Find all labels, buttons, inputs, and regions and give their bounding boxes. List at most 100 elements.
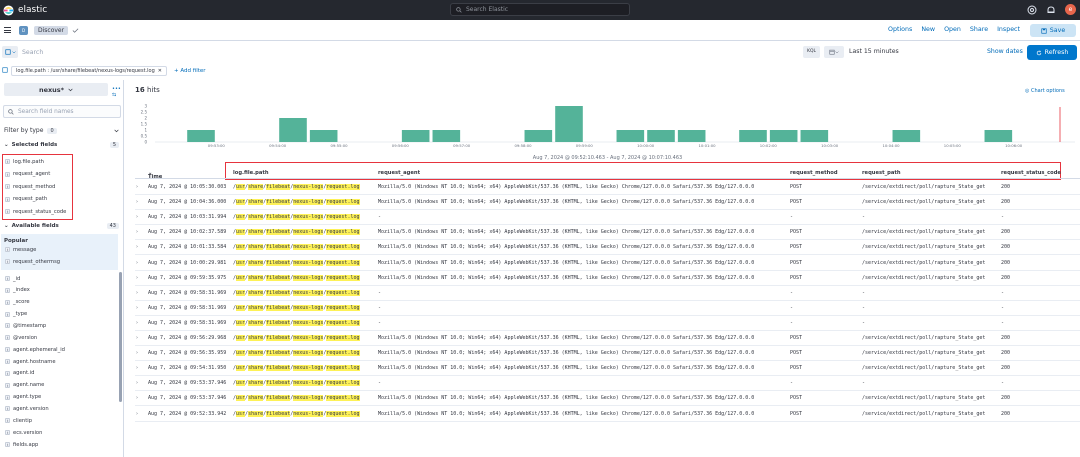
available-fields-header[interactable]: ⌄ Available fields 43 — [4, 223, 119, 229]
help-icon[interactable] — [1027, 5, 1037, 15]
table-row[interactable]: › Aug 7, 2024 @ 10:05:30.003/usr/share/fi… — [135, 180, 1080, 196]
popular-field-item[interactable]: t message — [5, 244, 117, 255]
available-field-item[interactable]: t agent.hostname — [5, 356, 117, 367]
open-link[interactable]: Open — [944, 26, 961, 33]
histogram-bar[interactable] — [524, 130, 553, 142]
available-field-item[interactable]: t clientip — [5, 415, 117, 426]
share-link[interactable]: Share — [970, 26, 988, 33]
histogram-bar[interactable] — [984, 130, 1013, 142]
newsfeed-icon[interactable] — [1046, 5, 1056, 15]
table-row[interactable]: › Aug 7, 2024 @ 10:03:31.994/usr/share/fi… — [135, 210, 1080, 226]
time-range-label[interactable]: Last 15 minutes — [849, 48, 899, 55]
available-field-item[interactable]: t agent.ephemeral_id — [5, 344, 117, 355]
available-field-item[interactable]: t _type — [5, 309, 117, 320]
histogram-bar[interactable] — [432, 130, 461, 142]
global-search-input[interactable]: Search Elastic — [450, 3, 630, 16]
expand-row-icon[interactable]: › — [136, 305, 138, 311]
expand-row-icon[interactable]: › — [136, 184, 138, 190]
new-link[interactable]: New — [921, 26, 935, 33]
expand-row-icon[interactable]: › — [136, 199, 138, 205]
filter-by-type-toggle[interactable]: Filter by type 0 — [4, 127, 119, 134]
available-field-item[interactable]: t _score — [5, 297, 117, 308]
query-input[interactable]: Search — [22, 49, 782, 56]
histogram-bar[interactable] — [309, 130, 338, 142]
user-avatar[interactable]: e — [1065, 4, 1076, 15]
inspect-link[interactable]: Inspect — [997, 26, 1020, 33]
expand-row-icon[interactable]: › — [136, 365, 138, 371]
selected-fields-header[interactable]: ⌄ Selected fields 5 — [4, 142, 119, 148]
column-header-request-method[interactable]: request_method — [790, 170, 838, 176]
add-filter-button[interactable]: + Add filter — [174, 68, 206, 74]
histogram-bar[interactable] — [647, 130, 675, 142]
histogram-bar[interactable] — [616, 130, 645, 142]
histogram-bar[interactable] — [677, 130, 706, 142]
table-row[interactable]: › Aug 7, 2024 @ 09:52:33.942/usr/share/fi… — [135, 407, 1080, 422]
expand-row-icon[interactable]: › — [136, 395, 138, 401]
sidebar-scrollbar[interactable] — [119, 272, 122, 402]
expand-row-icon[interactable]: › — [136, 229, 138, 235]
table-row[interactable]: › Aug 7, 2024 @ 09:58:31.969/usr/share/fi… — [135, 286, 1080, 301]
field-search-input[interactable]: Search field names — [3, 105, 121, 118]
popular-field-item[interactable]: t request_othermsg — [5, 256, 117, 267]
save-button[interactable]: Save — [1030, 24, 1076, 37]
table-row[interactable]: › Aug 7, 2024 @ 09:58:31.969/usr/share/fi… — [135, 316, 1080, 331]
options-link[interactable]: Options — [888, 26, 912, 33]
expand-row-icon[interactable]: › — [136, 275, 138, 281]
table-row[interactable]: › Aug 7, 2024 @ 09:59:35.975/usr/share/fi… — [135, 271, 1080, 286]
histogram-bar[interactable] — [555, 106, 583, 142]
table-row[interactable]: › Aug 7, 2024 @ 09:56:29.968/usr/share/fi… — [135, 331, 1080, 347]
histogram-bar[interactable] — [187, 130, 215, 142]
available-field-item[interactable]: t agent.name — [5, 380, 117, 391]
table-row[interactable]: › Aug 7, 2024 @ 09:53:37.946/usr/share/fi… — [135, 376, 1080, 392]
hamburger-menu-icon[interactable] — [4, 27, 11, 33]
table-row[interactable]: › Aug 7, 2024 @ 10:00:29.981/usr/share/fi… — [135, 256, 1080, 271]
quick-menu-button[interactable] — [824, 46, 844, 58]
histogram-bar[interactable] — [401, 130, 430, 142]
table-row[interactable]: › Aug 7, 2024 @ 09:53:37.946/usr/share/fi… — [135, 391, 1080, 407]
show-dates-link[interactable]: Show dates — [987, 48, 1023, 55]
elastic-logo[interactable]: elastic — [3, 4, 47, 16]
expand-row-icon[interactable]: › — [136, 214, 138, 220]
column-header-time[interactable]: Time ⌄ — [148, 170, 162, 180]
table-row[interactable]: › Aug 7, 2024 @ 10:02:37.589/usr/share/fi… — [135, 225, 1080, 241]
table-row[interactable]: › Aug 7, 2024 @ 09:54:31.950/usr/share/fi… — [135, 361, 1080, 377]
expand-row-icon[interactable]: › — [136, 244, 138, 250]
space-avatar[interactable]: D — [19, 25, 28, 35]
column-header-request-status-code[interactable]: request_status_code — [1001, 170, 1061, 176]
index-pattern-selector[interactable]: nexus* — [4, 83, 108, 96]
table-row[interactable]: › Aug 7, 2024 @ 10:04:36.000/usr/share/fi… — [135, 195, 1080, 211]
saved-query-button[interactable] — [2, 46, 18, 58]
table-row[interactable]: › Aug 7, 2024 @ 09:56:35.959/usr/share/fi… — [135, 346, 1080, 362]
expand-row-icon[interactable]: › — [136, 320, 138, 326]
filter-options-icon[interactable] — [2, 67, 8, 73]
kql-toggle[interactable]: KQL — [803, 46, 820, 58]
available-field-item[interactable]: t agent.type — [5, 392, 117, 403]
expand-row-icon[interactable]: › — [136, 335, 138, 341]
available-field-item[interactable]: t @timestamp — [5, 320, 117, 331]
expand-row-icon[interactable]: › — [136, 290, 138, 296]
column-header-request-path[interactable]: request_path — [862, 170, 901, 176]
available-field-item[interactable]: t _id — [5, 273, 117, 284]
available-field-item[interactable]: t agent.id — [5, 368, 117, 379]
available-field-item[interactable]: t @version — [5, 332, 117, 343]
column-header-request-agent[interactable]: request_agent — [378, 170, 420, 176]
index-pattern-options-icon[interactable]: ••• ⇆ — [112, 86, 123, 98]
refresh-button[interactable]: Refresh — [1027, 45, 1077, 60]
table-row[interactable]: › Aug 7, 2024 @ 10:01:33.584/usr/share/fi… — [135, 240, 1080, 256]
expand-row-icon[interactable]: › — [136, 260, 138, 266]
expand-row-icon[interactable]: › — [136, 380, 138, 386]
available-field-item[interactable]: t fields.app — [5, 439, 117, 450]
histogram-bar[interactable] — [739, 130, 767, 142]
histogram-bar[interactable] — [279, 118, 307, 142]
table-row[interactable]: › Aug 7, 2024 @ 09:58:31.969/usr/share/fi… — [135, 301, 1080, 316]
expand-row-icon[interactable]: › — [136, 411, 138, 417]
histogram-bar[interactable] — [800, 130, 829, 142]
filter-pill[interactable]: log.file.path : /usr/share/filebeat/nexu… — [11, 65, 167, 76]
available-field-item[interactable]: t agent.version — [5, 403, 117, 414]
column-header-log-file-path[interactable]: log.file.path — [233, 170, 269, 176]
chart-options-button[interactable]: ◎ Chart options — [1025, 88, 1065, 94]
available-field-item[interactable]: t ecs.version — [5, 427, 117, 438]
histogram-bar[interactable] — [769, 130, 798, 142]
available-field-item[interactable]: t _index — [5, 285, 117, 296]
expand-row-icon[interactable]: › — [136, 350, 138, 356]
